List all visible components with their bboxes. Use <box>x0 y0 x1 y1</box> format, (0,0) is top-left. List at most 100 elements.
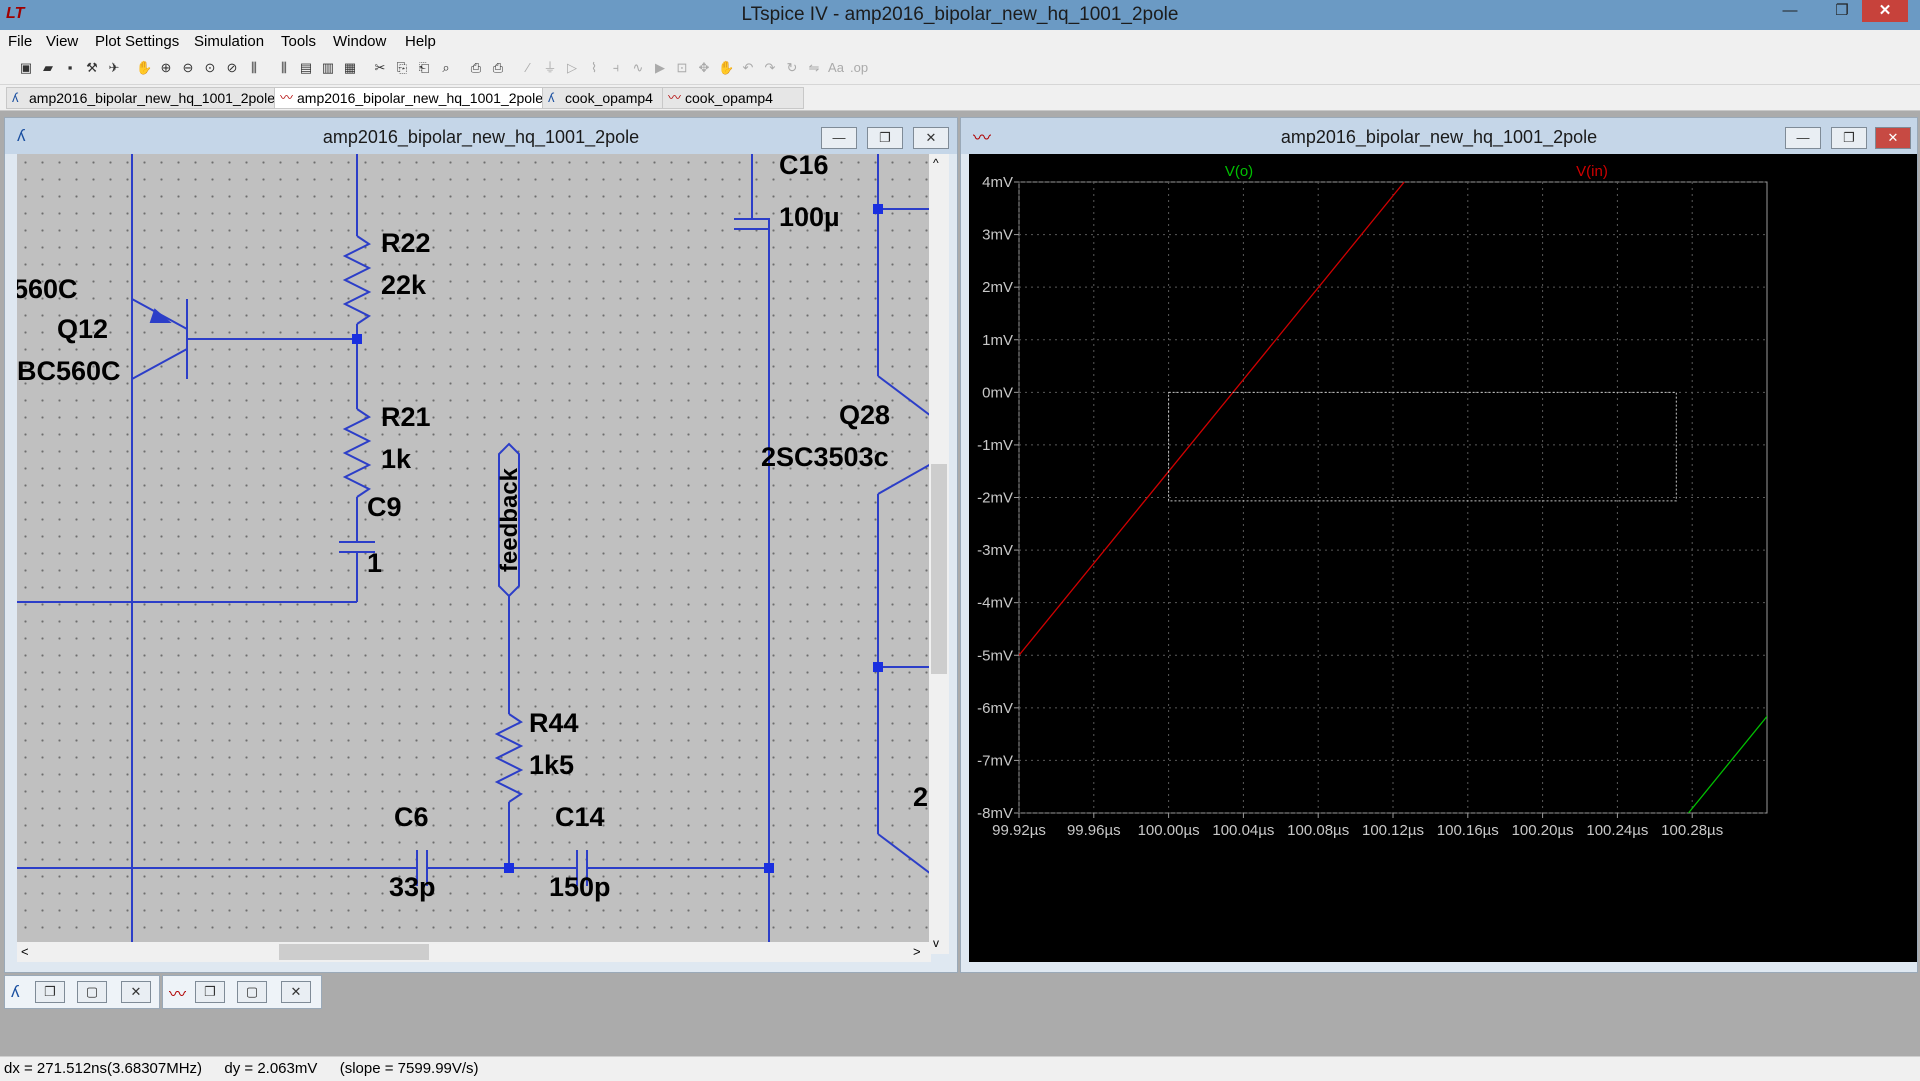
save-icon[interactable]: ▪ <box>62 60 78 76</box>
c16-name-label: C16 <box>779 154 829 180</box>
y-tick-label: -7mV <box>977 752 1013 769</box>
undo-icon[interactable]: ↶ <box>740 60 756 76</box>
wire-icon[interactable]: ∕ <box>520 60 536 76</box>
horizontal-scroll-thumb[interactable] <box>279 944 429 960</box>
copy-icon[interactable]: ⎘ <box>394 60 410 76</box>
tile-vertical-icon[interactable]: ▦ <box>342 60 358 76</box>
menu-file[interactable]: File <box>8 33 32 50</box>
scroll-up-arrow[interactable]: ^ <box>933 156 939 170</box>
inductor-icon[interactable]: ∿ <box>630 60 646 76</box>
halt-icon[interactable]: ✋ <box>136 60 152 76</box>
maximize-button[interactable]: ▢ <box>77 981 107 1003</box>
schematic-close-button[interactable]: ✕ <box>913 127 949 149</box>
paste-icon[interactable]: ⎗ <box>416 60 432 76</box>
y-tick-label: -5mV <box>977 647 1013 664</box>
find-icon[interactable]: ⌕ <box>438 60 454 76</box>
restore-button[interactable]: ❐ <box>35 981 65 1003</box>
zoom-in-icon[interactable]: ⊕ <box>158 60 174 76</box>
plot-maximize-button[interactable]: ❐ <box>1831 127 1867 149</box>
mark-data-icon[interactable]: ⫼ <box>276 60 292 76</box>
close-button[interactable]: ✕ <box>281 981 311 1003</box>
zoom-cancel-icon[interactable]: ⊘ <box>224 60 240 76</box>
vertical-scroll-thumb[interactable] <box>931 464 947 674</box>
schematic-window-title: amp2016_bipolar_new_hq_1001_2pole <box>322 127 640 147</box>
status-slope: (slope = 7599.99V/s) <box>339 1060 479 1077</box>
menu-help[interactable]: Help <box>405 33 436 50</box>
trace-vin <box>1019 182 1405 656</box>
y-tick-label: -8mV <box>977 805 1013 822</box>
plot-minimize-button[interactable]: — <box>1785 127 1821 149</box>
maximize-button[interactable]: ❐ <box>1822 0 1862 22</box>
x-tick-label: 99.92µs <box>992 822 1046 839</box>
new-schematic-icon[interactable]: ▣ <box>18 60 34 76</box>
plot-close-button[interactable]: ✕ <box>1875 127 1911 149</box>
print-preview-icon[interactable]: ⎙ <box>490 60 506 76</box>
cut-icon[interactable]: ✂ <box>372 60 388 76</box>
waveform-plot[interactable]: 4mV 3mV 2mV 1mV 0mV -1mV -2mV -3mV -4mV -5mV -6mV -… <box>969 154 1917 962</box>
rotate-icon[interactable]: ↻ <box>784 60 800 76</box>
c16-value-label: 100µ <box>779 202 840 232</box>
schematic-horizontal-scrollbar[interactable]: < > <box>17 942 931 962</box>
schematic-vertical-scrollbar[interactable]: ^ v <box>929 154 949 954</box>
drag-icon[interactable]: ✋ <box>718 60 734 76</box>
r21-value-label: 1k <box>381 444 412 474</box>
minimize-button[interactable]: — <box>1770 0 1810 22</box>
component-icon[interactable]: ⊡ <box>674 60 690 76</box>
zoom-out-icon[interactable]: ⊖ <box>180 60 196 76</box>
close-button[interactable]: ✕ <box>121 981 151 1003</box>
menu-simulation[interactable]: Simulation <box>194 33 264 50</box>
close-button[interactable]: ✕ <box>1862 0 1908 22</box>
maximize-button[interactable]: ▢ <box>237 981 267 1003</box>
q28-model-label: 2SC3503c <box>761 442 889 472</box>
menu-window[interactable]: Window <box>333 33 386 50</box>
tile-horizontal-icon[interactable]: ▤ <box>298 60 314 76</box>
y-tick-label: -3mV <box>977 542 1013 559</box>
schematic-maximize-button[interactable]: ❐ <box>867 127 903 149</box>
waveform-icon: 〰 <box>280 90 294 105</box>
tab-plot-cook-opamp4[interactable]: 〰 cook_opamp4 <box>662 87 804 109</box>
spice-directive-icon[interactable]: .op <box>850 60 868 76</box>
ground-icon[interactable]: ⏚ <box>542 60 558 76</box>
mirror-icon[interactable]: ⇋ <box>806 60 822 76</box>
x-tick-label: 100.16µs <box>1437 822 1499 839</box>
scroll-left-arrow[interactable]: < <box>21 944 29 959</box>
scroll-down-arrow[interactable]: v <box>933 936 939 950</box>
zoom-fit-icon[interactable]: ⊙ <box>202 60 218 76</box>
minimized-schematic-window[interactable]: ʎ ❐ ▢ ✕ <box>4 975 160 1009</box>
control-panel-icon[interactable]: ⚒ <box>84 60 100 76</box>
schematic-icon: ʎ <box>12 90 19 105</box>
status-dy: dy = 2.063mV <box>224 1060 318 1077</box>
schematic-window: ʎ amp2016_bipolar_new_hq_1001_2pole — ❐ … <box>4 117 958 973</box>
schematic-canvas[interactable]: 560C Q12 BC560C R22 22k R21 1k C9 1 C16 … <box>17 154 931 942</box>
scroll-right-arrow[interactable]: > <box>913 944 921 959</box>
resistor-icon[interactable]: ⌇ <box>586 60 602 76</box>
y-tick-label: 1mV <box>982 332 1013 349</box>
tab-schematic-amp2016[interactable]: ʎ amp2016_bipolar_new_hq_1001_2pole <box>6 87 276 109</box>
toolbar: ▣ ▰ ▪ ⚒ ✈ ✋ ⊕ ⊖ ⊙ ⊘ ⫼ ⫼ ▤ ▥ ▦ ✂ ⎘ ⎗ ⌕ ⎙ ⎙ ∕ ⏚ ▷ ⌇ ⫞ ∿ ▶ ⊡ ✥ ✋ ↶ ↷ ↻ ⇋ Aa .op <box>0 52 1920 85</box>
open-icon[interactable]: ▰ <box>40 60 56 76</box>
text-icon[interactable]: Aa <box>828 60 844 76</box>
menu-tools[interactable]: Tools <box>281 33 316 50</box>
tab-plot-amp2016[interactable]: 〰 amp2016_bipolar_new_hq_1001_2pole <box>274 87 562 109</box>
menu-view[interactable]: View <box>46 33 78 50</box>
redo-icon[interactable]: ↷ <box>762 60 778 76</box>
label-icon[interactable]: ▷ <box>564 60 580 76</box>
y-tick-label: -2mV <box>977 490 1013 507</box>
schematic-icon: ʎ <box>548 90 555 105</box>
net-label-feedback[interactable]: feedback <box>496 465 524 575</box>
move-icon[interactable]: ✥ <box>696 60 712 76</box>
print-icon[interactable]: ⎙ <box>468 60 484 76</box>
run-icon[interactable]: ✈ <box>106 60 122 76</box>
menu-plot-settings[interactable]: Plot Settings <box>95 33 179 50</box>
schematic-minimize-button[interactable]: — <box>821 127 857 149</box>
restore-button[interactable]: ❐ <box>195 981 225 1003</box>
minimized-plot-window[interactable]: 〰 ❐ ▢ ✕ <box>162 975 322 1009</box>
y-tick-label: -6mV <box>977 700 1013 717</box>
cascade-icon[interactable]: ▥ <box>320 60 336 76</box>
capacitor-icon[interactable]: ⫞ <box>608 60 624 76</box>
r22-name-label: R22 <box>381 228 431 258</box>
x-tick-label: 99.96µs <box>1067 822 1121 839</box>
autorange-icon[interactable]: ⫼ <box>246 60 262 76</box>
c9-value-label: 1 <box>367 548 383 578</box>
diode-icon[interactable]: ▶ <box>652 60 668 76</box>
